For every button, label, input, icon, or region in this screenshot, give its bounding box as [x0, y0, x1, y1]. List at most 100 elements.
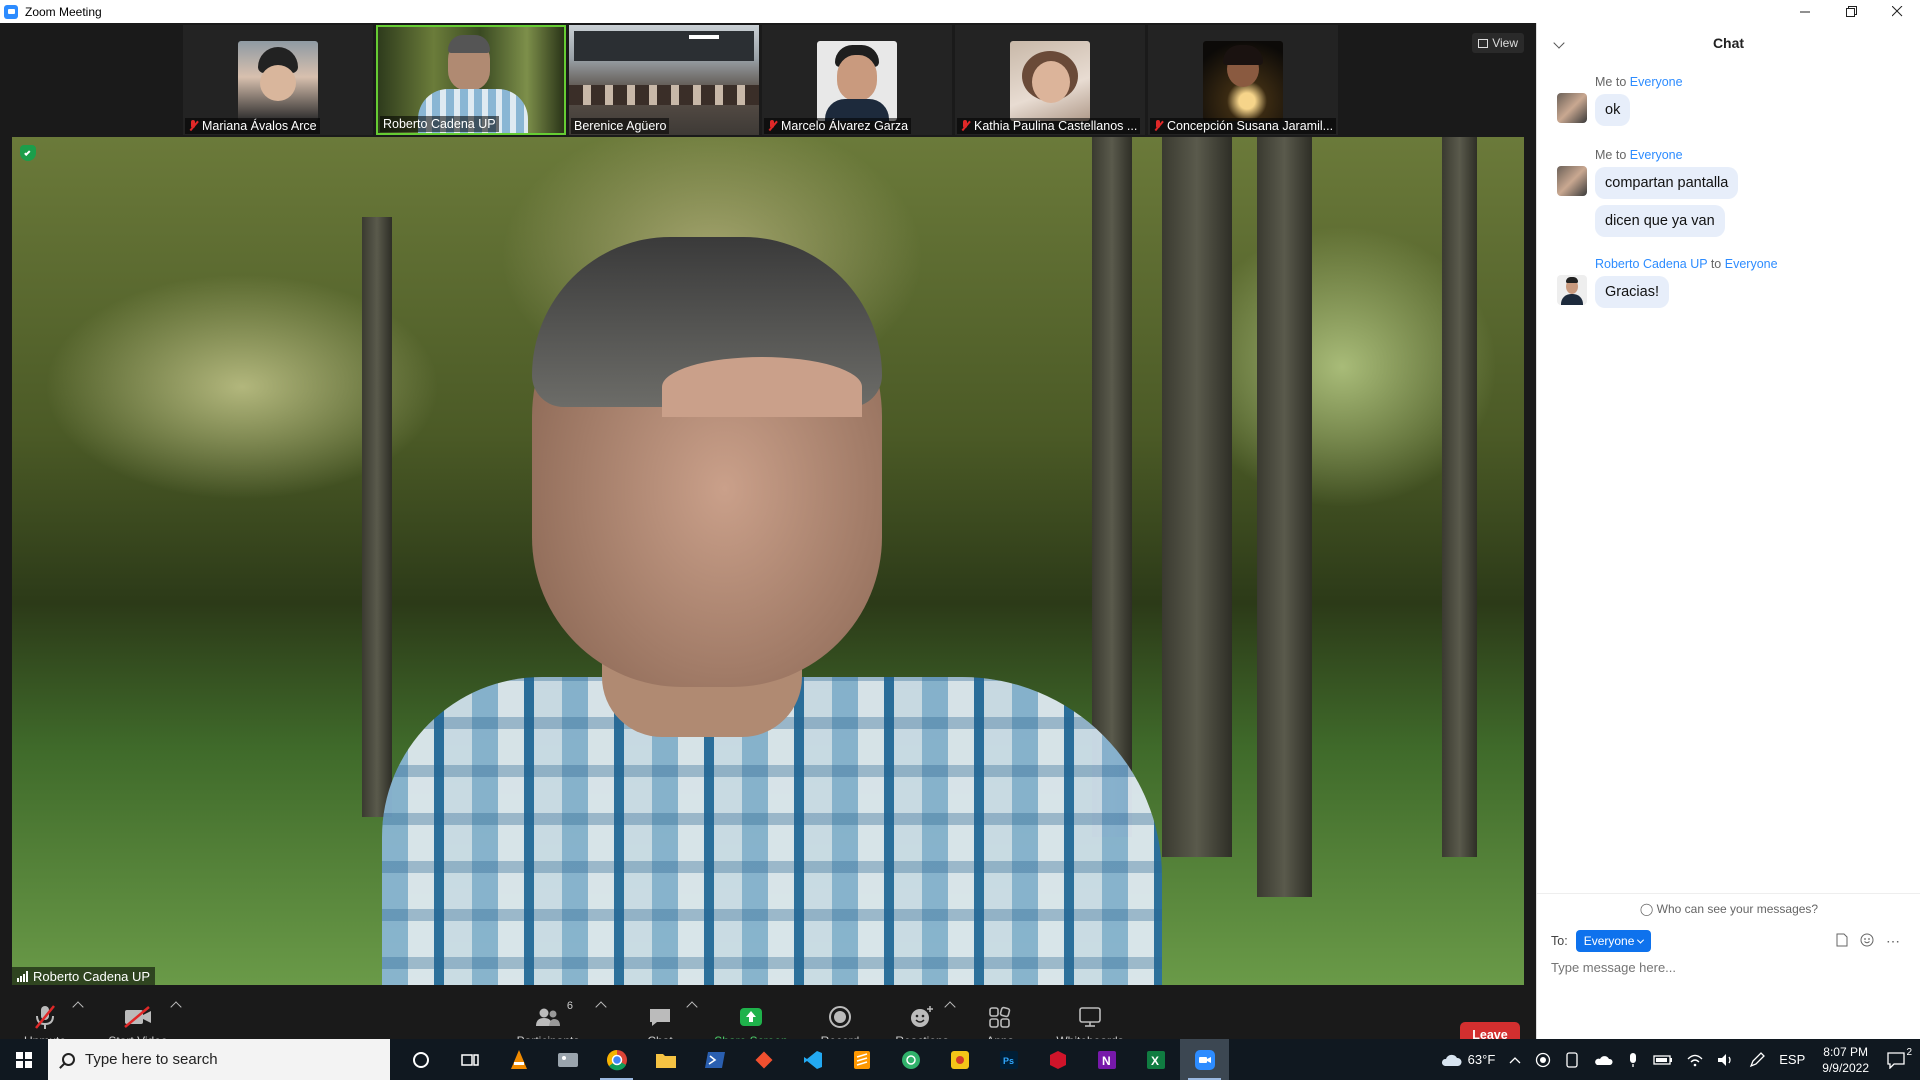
muted-mic-icon: [960, 120, 970, 132]
restore-icon: [1845, 6, 1857, 17]
participant-strip: Mariana Ávalos Arce Roberto Cadena UP Be…: [183, 25, 1338, 135]
main-speaker-video[interactable]: Roberto Cadena UP: [12, 137, 1524, 985]
excel-icon[interactable]: X: [1131, 1039, 1180, 1080]
participant-tile[interactable]: Berenice Agüero: [569, 25, 759, 135]
phone-link-icon[interactable]: [1558, 1051, 1586, 1068]
task-view-icon[interactable]: [445, 1039, 494, 1080]
participant-name: Marcelo Álvarez Garza: [764, 118, 912, 134]
svg-text:N: N: [1102, 1054, 1111, 1068]
taskbar-search[interactable]: Type here to search: [48, 1039, 390, 1080]
reactions-icon: [909, 1004, 935, 1030]
participant-tile-active-speaker[interactable]: Roberto Cadena UP: [376, 25, 566, 135]
participant-name: Kathia Paulina Castellanos ...: [957, 118, 1141, 134]
photos-app-icon[interactable]: [543, 1039, 592, 1080]
audio-options-chevron-icon[interactable]: [72, 1001, 84, 1013]
red-app-icon[interactable]: [1033, 1039, 1082, 1080]
participants-count: 6: [566, 999, 573, 1012]
participant-photo: [1203, 41, 1283, 121]
yellow-app-icon[interactable]: [935, 1039, 984, 1080]
wifi-icon[interactable]: [1680, 1053, 1710, 1067]
whiteboard-icon: [1078, 1004, 1102, 1030]
record-indicator-icon[interactable]: [1528, 1052, 1558, 1068]
green-app-icon[interactable]: [886, 1039, 935, 1080]
emoji-icon[interactable]: [1860, 933, 1874, 950]
speaker-name-label: Roberto Cadena UP: [12, 967, 156, 985]
view-button[interactable]: View: [1472, 33, 1524, 53]
participant-tile[interactable]: Mariana Ávalos Arce: [183, 25, 373, 135]
message-header: Me to Everyone: [1595, 148, 1683, 162]
chat-panel: Chat Me to Everyone ok Me to Everyone co…: [1536, 23, 1920, 1039]
sublime-icon[interactable]: [837, 1039, 886, 1080]
chat-title: Chat: [1712, 35, 1745, 51]
windows-taskbar: Type here to search Ps N X 63°F ESP 8:07…: [0, 1039, 1920, 1080]
pen-icon[interactable]: [1742, 1051, 1772, 1068]
participant-photo: [1010, 41, 1090, 121]
record-icon: [828, 1004, 852, 1030]
minimize-button[interactable]: [1782, 0, 1828, 23]
speaker-figure: [382, 207, 1162, 985]
photoshop-icon[interactable]: Ps: [984, 1039, 1033, 1080]
chat-message[interactable]: compartan pantalla: [1595, 167, 1739, 199]
start-button[interactable]: [0, 1039, 48, 1080]
chat-message[interactable]: Gracias!: [1595, 276, 1669, 308]
close-button[interactable]: [1874, 0, 1920, 23]
chat-message[interactable]: dicen que ya van: [1595, 205, 1725, 237]
apps-icon: [988, 1004, 1012, 1030]
video-options-chevron-icon[interactable]: [170, 1001, 182, 1013]
participant-tile[interactable]: Kathia Paulina Castellanos ...: [955, 25, 1145, 135]
avatar: [1557, 275, 1587, 305]
volume-icon[interactable]: [1710, 1053, 1742, 1067]
restore-button[interactable]: [1828, 0, 1874, 23]
chat-options-chevron-icon[interactable]: [686, 1001, 698, 1013]
onenote-icon[interactable]: N: [1082, 1039, 1131, 1080]
battery-icon[interactable]: [1646, 1054, 1680, 1066]
show-hidden-icons-chevron-icon[interactable]: [1502, 1056, 1528, 1064]
weather-widget[interactable]: 63°F: [1433, 1052, 1503, 1067]
message-header: Me to Everyone: [1595, 75, 1683, 89]
search-icon: [62, 1053, 75, 1066]
microphone-icon[interactable]: [1620, 1052, 1646, 1068]
participants-options-chevron-icon[interactable]: [595, 1001, 607, 1013]
chat-icon: [648, 1004, 672, 1030]
file-icon[interactable]: [1836, 933, 1848, 950]
who-can-see-link[interactable]: ◯ Who can see your messages?: [1537, 893, 1920, 916]
more-icon[interactable]: ⋯: [1886, 933, 1900, 950]
avatar: [1557, 166, 1587, 196]
chat-header: Chat: [1537, 23, 1920, 63]
chrome-icon[interactable]: [592, 1039, 641, 1080]
muted-mic-icon: [1153, 120, 1163, 132]
zoom-taskbar-icon[interactable]: [1180, 1039, 1229, 1080]
notification-icon: [1887, 1051, 1905, 1069]
language-indicator[interactable]: ESP: [1772, 1052, 1812, 1067]
message-header: Roberto Cadena UP to Everyone: [1595, 257, 1778, 271]
chat-message-input[interactable]: [1551, 960, 1901, 975]
clock[interactable]: 8:07 PM 9/9/2022: [1812, 1044, 1879, 1076]
tree-trunk: [1257, 137, 1312, 897]
recipient-row: To: Everyone: [1551, 930, 1652, 952]
participants-icon: 6: [535, 1000, 573, 1030]
tree-trunk: [1442, 137, 1477, 857]
vscode-icon[interactable]: [788, 1039, 837, 1080]
windows-logo-icon: [16, 1051, 32, 1068]
participant-photo: [817, 41, 897, 121]
grid-icon: [1478, 38, 1489, 48]
shield-check-icon[interactable]: [20, 145, 36, 161]
people-icon: ◯: [1639, 902, 1654, 916]
recipient-dropdown[interactable]: Everyone: [1575, 930, 1652, 952]
chat-message-group: Me to Everyone ok: [1537, 75, 1920, 132]
git-icon[interactable]: [739, 1039, 788, 1080]
participant-name: Mariana Ávalos Arce: [185, 118, 320, 134]
file-explorer-icon[interactable]: [641, 1039, 690, 1080]
participant-tile[interactable]: Marcelo Álvarez Garza: [762, 25, 952, 135]
chevron-down-icon: [1637, 936, 1645, 944]
participant-tile[interactable]: Concepción Susana Jaramil...: [1148, 25, 1338, 135]
cortana-icon[interactable]: [396, 1039, 445, 1080]
vlc-icon[interactable]: [494, 1039, 543, 1080]
notifications-button[interactable]: 2: [1879, 1047, 1920, 1069]
chat-message[interactable]: ok: [1595, 94, 1631, 126]
meeting-area: Mariana Ávalos Arce Roberto Cadena UP Be…: [0, 23, 1536, 1062]
onedrive-icon[interactable]: [1586, 1054, 1620, 1066]
collapse-chevron-icon[interactable]: [1553, 37, 1565, 49]
system-tray: 63°F ESP 8:07 PM 9/9/2022 2: [1433, 1039, 1920, 1080]
powershell-icon[interactable]: [690, 1039, 739, 1080]
